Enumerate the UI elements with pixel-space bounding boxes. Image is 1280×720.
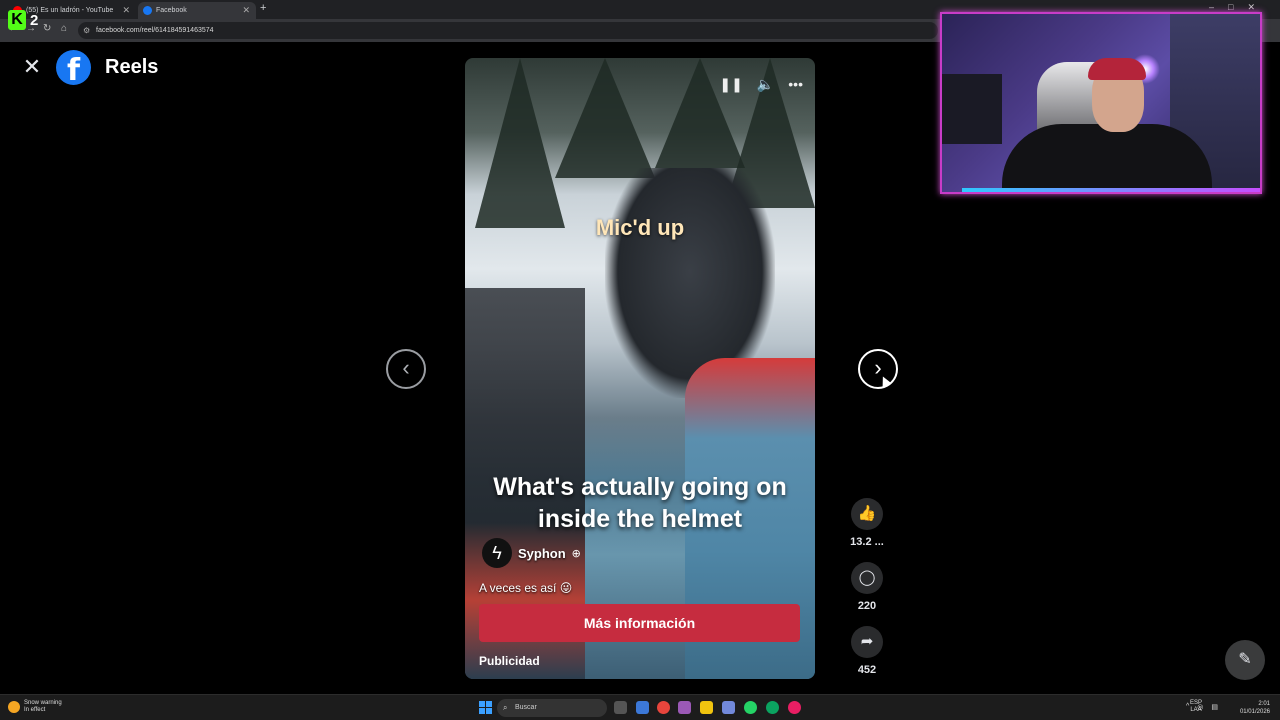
site-info-icon[interactable]: ⚙ [83,22,90,39]
desk-shape [942,74,1002,144]
language-code: ESP [1190,700,1203,706]
whatsapp-icon[interactable] [744,701,757,714]
clock-date: 01/01/2026 [1239,709,1270,715]
webcam-overlay [940,12,1262,194]
volume-icon[interactable]: 🔈 [757,76,774,93]
pause-icon[interactable]: ❚❚ [719,76,742,93]
windows-start-icon[interactable] [479,701,492,714]
author-row[interactable]: ϟ Syphon ⊕ [482,538,581,568]
video-controls: ❚❚ 🔈 ••• [719,76,803,93]
previous-reel-button[interactable]: ‹ [386,349,426,389]
public-globe-icon: ⊕ [571,547,581,560]
person-body-shape [1002,124,1212,192]
search-icon: ⌕ [503,703,508,712]
share-icon[interactable]: ➦ [851,626,883,658]
like-action[interactable]: 👍 13.2 ... [849,498,885,548]
keyboard-layout: LAA [1190,707,1202,713]
led-strip-shape [962,188,1260,192]
comment-action[interactable]: ◯ 220 [849,562,885,612]
close-reels-button[interactable]: ✕ [22,56,42,78]
os-taskbar: Snow warning In effect ⌕ Buscar ^ ◎ ▤ ES… [0,694,1280,720]
chevron-up-icon[interactable]: ^ [1186,703,1189,711]
share-count: 452 [857,664,877,676]
thumbs-up-icon[interactable]: 👍 [851,498,883,530]
close-tab-icon[interactable]: ✕ [122,5,130,16]
edge-icon[interactable] [766,701,779,714]
weather-warning-icon [8,701,20,713]
close-tab-icon[interactable]: ✕ [242,5,250,16]
cap-shape [1088,58,1146,80]
taskbar-search[interactable]: ⌕ Buscar [497,699,607,717]
post-text: A veces es así 😜 [479,581,573,595]
comment-icon[interactable]: ◯ [851,562,883,594]
language-indicator[interactable]: ESP LAA [1190,700,1202,714]
reload-icon[interactable]: ↻ [43,23,51,34]
kick-logo-icon: K [8,10,26,30]
home-icon[interactable]: ⌂ [61,23,67,34]
app-icon[interactable] [678,701,691,714]
author-name[interactable]: Syphon [518,546,566,561]
url-text: facebook.com/reel/614184591463574 [96,27,214,34]
system-clock[interactable]: 2:01 01/01/2026 [1240,700,1270,716]
tab-facebook[interactable]: Facebook ✕ [138,2,256,19]
share-action[interactable]: ➦ 452 [849,626,885,676]
app-icon[interactable] [788,701,801,714]
reel-caption: What's actually going on inside the helm… [493,473,787,533]
search-placeholder: Buscar [515,704,537,711]
weather-widget[interactable]: Snow warning In effect [8,700,62,714]
url-field[interactable]: ⚙ facebook.com/reel/614184591463574 [78,22,938,39]
kick-overlay: K 2 [8,7,44,33]
sponsored-label: Publicidad [479,654,540,668]
new-tab-button[interactable]: + [260,2,266,14]
tree-shape [655,58,745,168]
weather-title: Snow warning [24,700,62,706]
more-options-icon[interactable]: ••• [788,76,803,93]
app-icon[interactable] [636,701,649,714]
reel-overlay-text: Mic'd up [595,215,685,240]
file-explorer-icon[interactable] [700,701,713,714]
comment-count: 220 [857,600,877,612]
page-title: Reels [105,56,159,78]
discord-icon[interactable] [722,701,735,714]
tree-shape [555,58,655,178]
weather-subtitle: In effect [24,707,46,713]
reel-video[interactable]: ❚❚ 🔈 ••• Mic'd up What's actually going … [465,58,815,679]
network-icon[interactable]: ▤ [1211,703,1218,711]
author-avatar-icon[interactable]: ϟ [482,538,512,568]
facebook-icon [143,6,152,15]
chrome-icon[interactable] [657,701,670,714]
facebook-logo-icon[interactable]: f [56,50,91,85]
more-info-button[interactable]: Más información [479,604,800,642]
kick-count: 2 [30,11,39,29]
task-view-icon[interactable] [614,701,627,714]
clock-time: 2:01 [1258,701,1270,707]
tree-shape [475,58,565,228]
compose-message-button[interactable]: ✎ [1225,640,1265,680]
like-count: 13.2 ... [850,536,884,548]
next-reel-button[interactable]: › [858,349,898,389]
tab-label: Facebook [156,7,187,14]
